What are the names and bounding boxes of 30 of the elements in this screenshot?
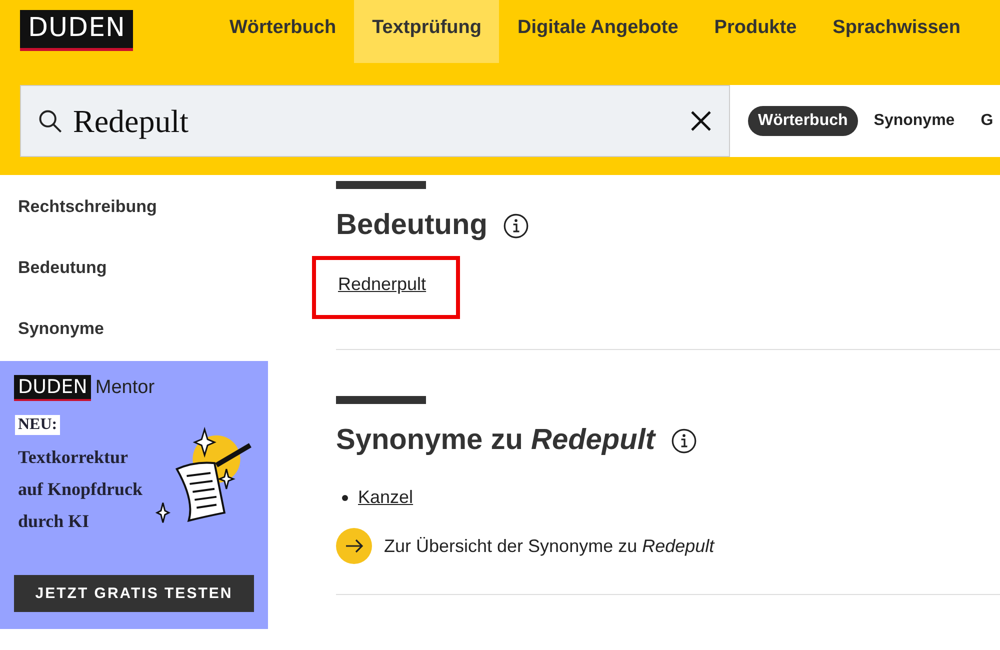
nav-link[interactable]: Digitale Angebote [499,0,696,63]
search-tab[interactable]: Synonyme [864,106,965,136]
info-icon[interactable] [671,428,698,454]
sidebar-link[interactable]: Rechtschreibung [0,175,268,236]
cta-button[interactable]: JETZT GRATIS TESTEN [14,575,254,612]
ad-banner[interactable]: DUDEN Mentor NEU: Textkorrektur auf Knopfdruck durch KI JETZT GRATIS TESTEN [0,361,268,629]
overview-link[interactable]: Zur Übersicht der Synonyme zu Redepult [384,536,714,556]
synonym-link[interactable]: Kanzel [358,487,414,508]
brand-name: Mentor [95,377,155,399]
info-icon[interactable] [503,212,530,238]
nav-link[interactable]: Sprachwissen [814,0,978,63]
bullet-icon [342,494,348,500]
search-field[interactable]: Redepult [20,85,730,157]
duden-logo: DUDEN [14,375,92,401]
close-icon[interactable] [689,109,713,133]
meaning-link[interactable]: Rednerpult [338,274,426,294]
duden-logo[interactable]: DUDEN [20,10,134,51]
section-heading: Synonyme zu Redepult [336,424,656,457]
nav-link[interactable]: Textprüfung [354,0,500,63]
nav-link[interactable]: Produkte [696,0,815,63]
search-tab[interactable]: Wörterbuch [748,106,858,136]
nav-link[interactable]: Wörterbuch [211,0,354,63]
search-value: Redepult [73,102,190,140]
sidebar-link[interactable]: Bedeutung [0,236,268,297]
search-icon [37,108,63,134]
section-heading: Bedeutung [336,209,488,242]
ad-headline: Textkorrektur auf Knopfdruck durch KI [18,446,144,533]
sidebar-link[interactable]: Synonyme [0,297,268,358]
new-badge: NEU: [15,415,60,435]
search-tab[interactable]: G [970,106,1000,136]
